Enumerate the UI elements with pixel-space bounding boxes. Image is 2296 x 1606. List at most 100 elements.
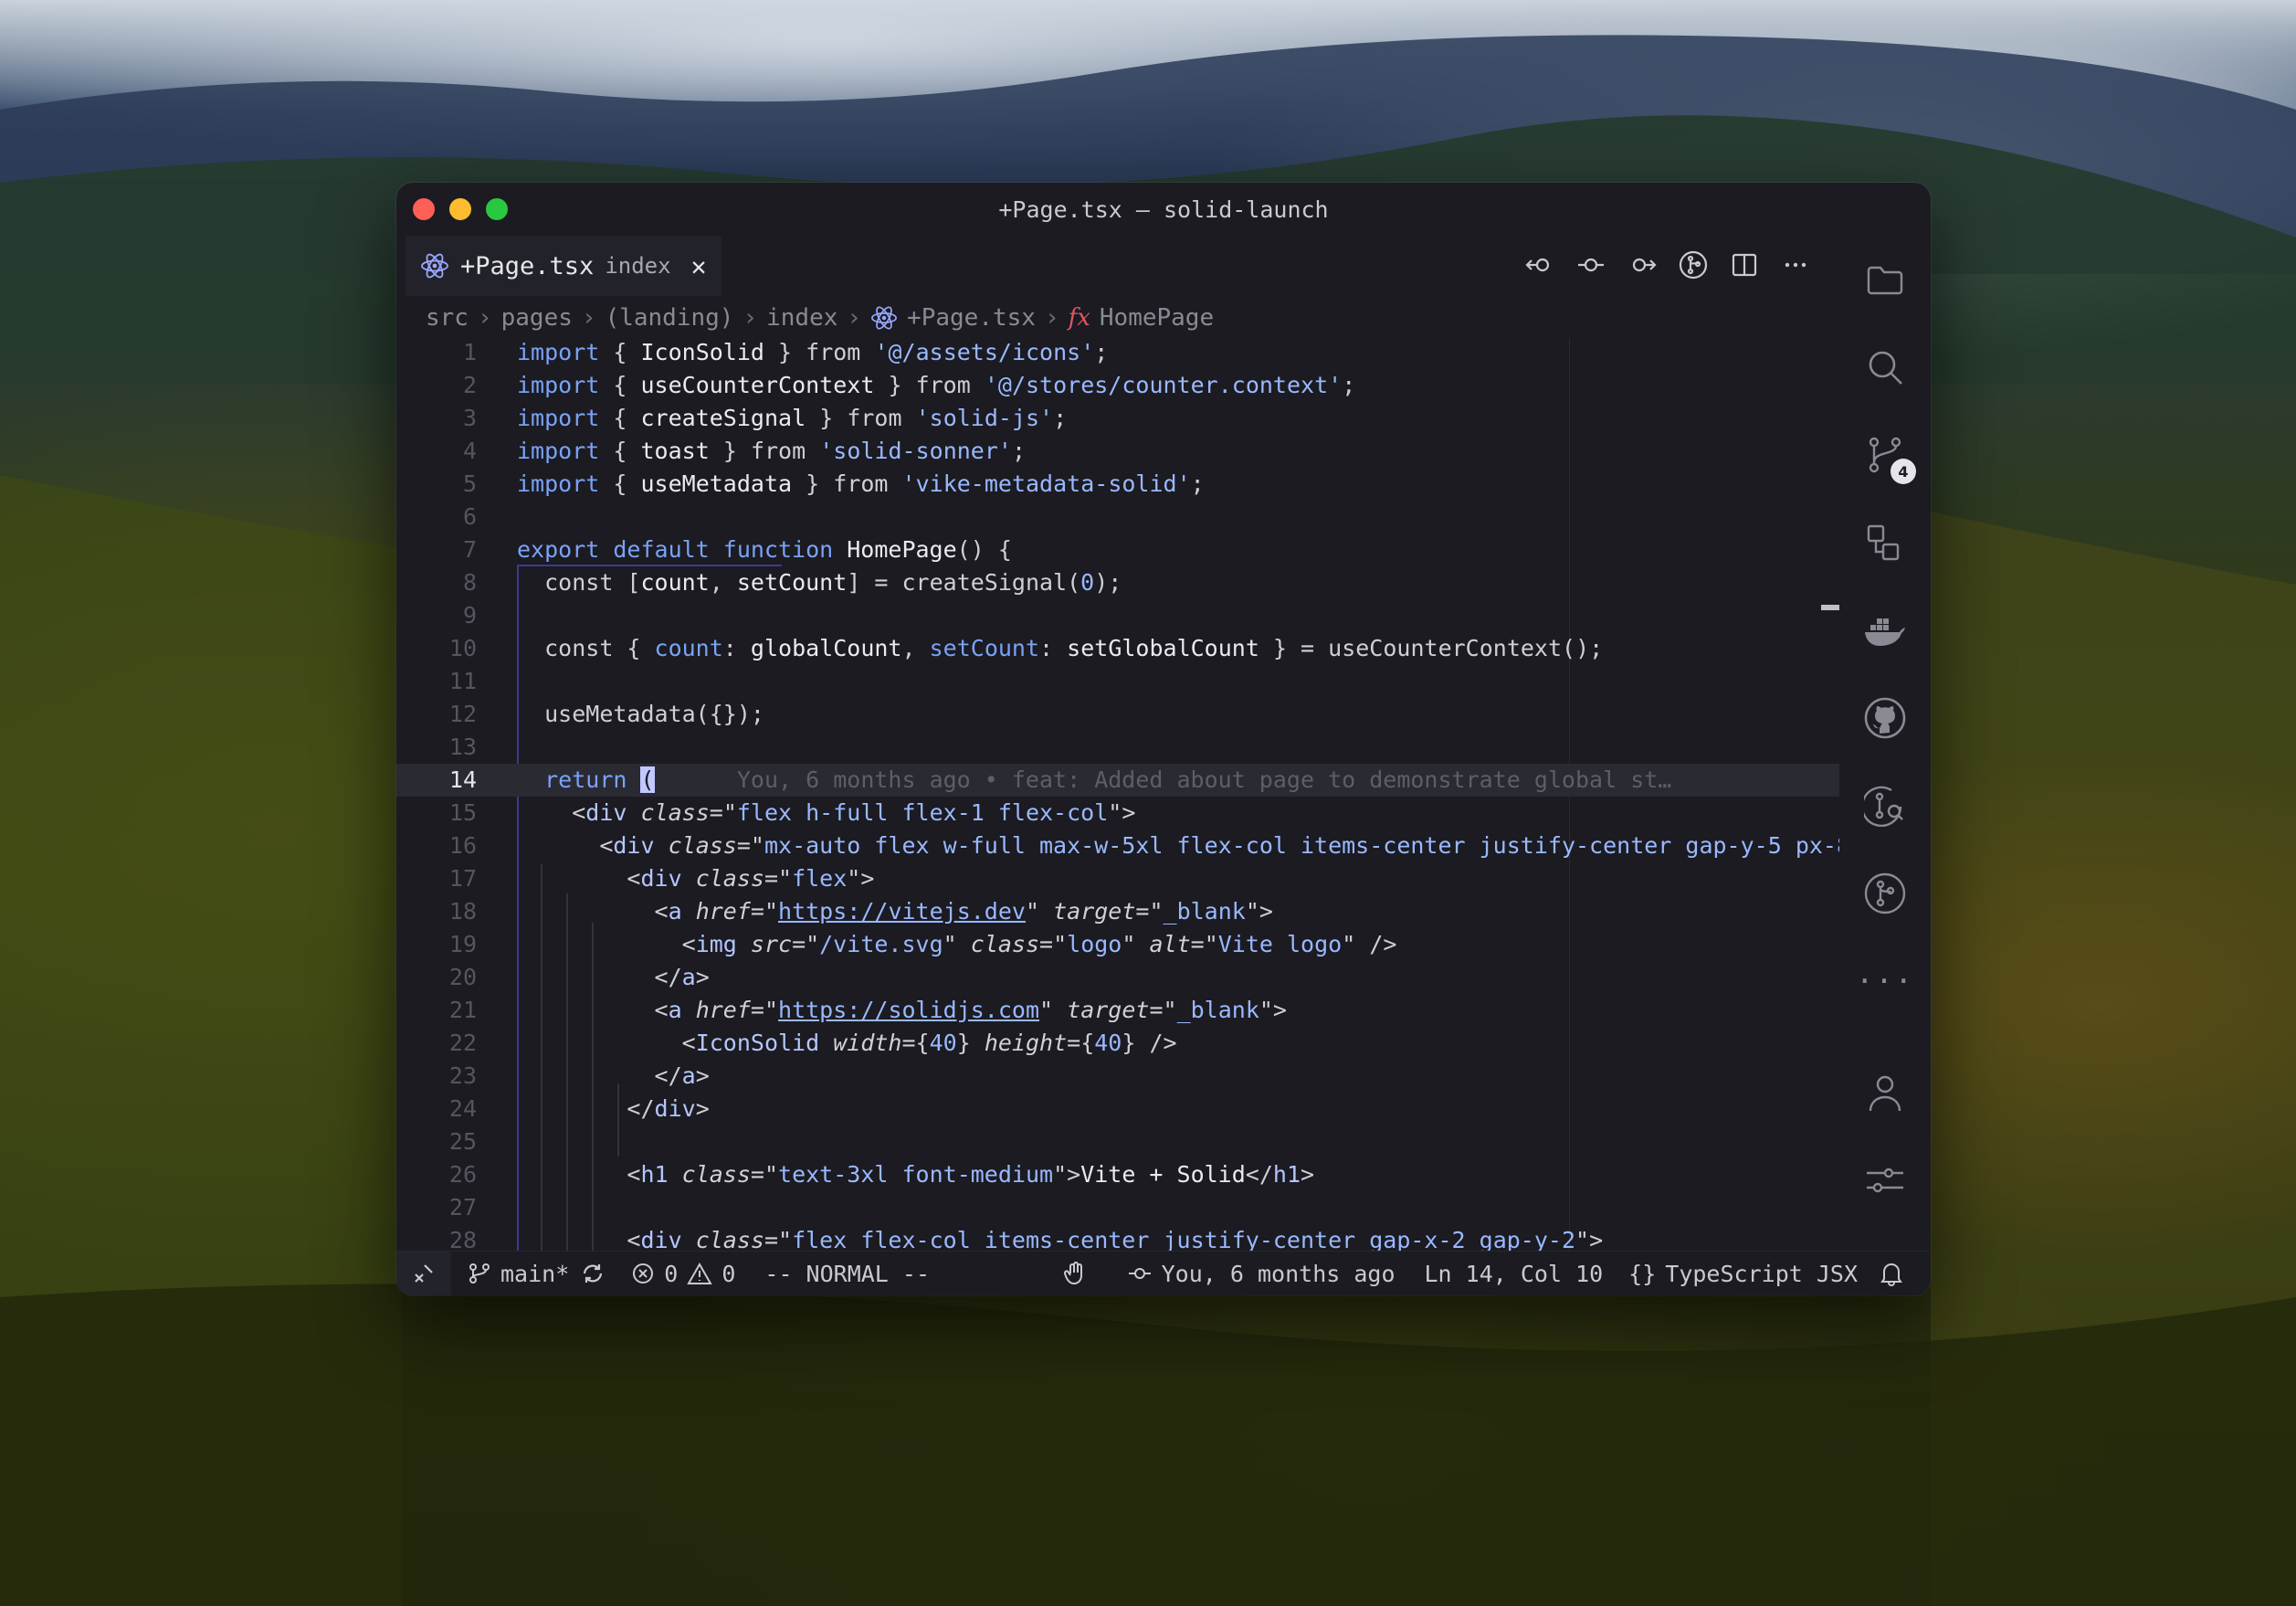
hand-icon: [1063, 1262, 1082, 1285]
sync-icon: [584, 1264, 603, 1283]
editor-window: +Page.tsx — solid-launch +Page.tsx index…: [396, 183, 1931, 1295]
code-line: 17 <div class="flex">: [448, 865, 875, 892]
minimize-window-button[interactable]: [449, 198, 471, 220]
code-line: 20 </a>: [448, 964, 710, 990]
branch-name: main*: [500, 1260, 570, 1287]
git-commit-icon: [1128, 1268, 1151, 1279]
minimap-marker: [1821, 605, 1839, 610]
code-line: 8 const [count, setCount] = createSignal…: [462, 569, 1122, 596]
breadcrumb-separator: ›: [477, 304, 492, 332]
explorer-icon[interactable]: [1859, 254, 1911, 305]
breadcrumb-item-landing[interactable]: (landing): [606, 304, 734, 332]
title-bar: +Page.tsx — solid-launch: [396, 183, 1931, 236]
vim-mode: -- NORMAL --: [764, 1252, 930, 1295]
branch-status[interactable]: main*: [468, 1252, 569, 1295]
breadcrumb: src › pages › (landing) › index › +Page.…: [426, 300, 1214, 336]
close-tab-icon[interactable]: ✕: [691, 251, 707, 281]
code-line: 2 import { useCounterContext } from '@/st…: [462, 372, 1356, 398]
language-label: TypeScript JSX: [1665, 1260, 1858, 1287]
code-line: 7 export default function HomePage() {: [462, 536, 1012, 563]
git-graph-search-icon[interactable]: [1859, 780, 1911, 831]
code-line: 26 <h1 class="text-3xl font-medium">Vite…: [448, 1161, 1315, 1188]
code-line: 15 <div class="flex h-full flex-1 flex-c…: [448, 799, 1136, 826]
tab-label: +Page.tsx: [460, 251, 595, 280]
window-title: +Page.tsx — solid-launch: [998, 195, 1329, 223]
bell-icon: [1880, 1263, 1902, 1286]
remote-indicator[interactable]: [396, 1252, 451, 1295]
notifications-button[interactable]: [1880, 1252, 1903, 1295]
cursor-position-label: Ln 14, Col 10: [1424, 1260, 1604, 1287]
go-back-icon[interactable]: [1523, 248, 1556, 281]
close-window-button[interactable]: [413, 198, 435, 220]
problems-status[interactable]: 0 0: [631, 1252, 735, 1295]
react-icon: [421, 253, 448, 279]
status-bar: main* 0 0 -- NORMAL -- You, 6 months ago…: [396, 1251, 1931, 1295]
breadcrumb-separator: ›: [743, 304, 758, 332]
code-line: 9: [462, 602, 477, 629]
code-line: 13: [448, 734, 477, 760]
account-icon[interactable]: [1859, 1067, 1911, 1118]
code-line: 1 import { IconSolid } from '@/assets/ico…: [462, 339, 1109, 365]
breadcrumb-item-index[interactable]: index: [766, 304, 837, 332]
inline-blame: You, 6 months ago • feat: Added about pa…: [736, 766, 1672, 793]
remote-icon: [415, 1264, 433, 1283]
extensions-icon[interactable]: [1859, 517, 1911, 568]
more-views-icon[interactable]: ···: [1856, 956, 1912, 1007]
code-line: 19 <img src="/vite.svg" class="logo" alt…: [448, 931, 1397, 957]
language-mode[interactable]: {} TypeScript JSX: [1628, 1252, 1858, 1295]
cursor-position[interactable]: Ln 14, Col 10: [1425, 1252, 1604, 1295]
code-line: 23 </a>: [448, 1062, 710, 1089]
code-line: 28 <div class="flex flex-col items-cente…: [448, 1227, 1604, 1252]
breadcrumb-item-file[interactable]: +Page.tsx: [907, 304, 1036, 332]
code-line: 24 </div>: [448, 1095, 710, 1122]
code-line-current: 14 return ( You, 6 months ago • feat: Ad…: [396, 764, 1839, 797]
react-icon: [871, 306, 898, 330]
breadcrumb-separator: ›: [847, 304, 862, 332]
vim-mode-label: -- NORMAL --: [764, 1260, 931, 1287]
editor-actions: [1523, 248, 1812, 281]
split-editor-icon[interactable]: [1728, 248, 1761, 281]
manage-settings-icon[interactable]: [1859, 1155, 1911, 1206]
source-control-icon[interactable]: 4: [1859, 429, 1916, 484]
code-line: 18 <a href="https://vitejs.dev" target="…: [448, 898, 1273, 925]
tab-description: index: [605, 253, 671, 279]
code-line: 21 <a href="https://solidjs.com" target=…: [448, 997, 1287, 1023]
code-line: 12 useMetadata({});: [448, 701, 764, 727]
docker-icon[interactable]: [1859, 605, 1911, 656]
error-icon: [633, 1263, 654, 1284]
copilot-button[interactable]: [1063, 1252, 1089, 1295]
breadcrumb-item-src[interactable]: src: [426, 304, 469, 332]
code-line: 4 import { toast } from 'solid-sonner';: [462, 438, 1027, 464]
code-line: 11: [448, 668, 477, 694]
search-icon[interactable]: [1859, 342, 1911, 393]
sync-button[interactable]: [580, 1252, 606, 1295]
activity-bar: 4 ···: [1839, 236, 1931, 1252]
error-count: 0: [664, 1260, 679, 1287]
go-forward-icon[interactable]: [1626, 248, 1659, 281]
breadcrumb-separator: ›: [1044, 304, 1059, 332]
breadcrumb-item-symbol[interactable]: HomePage: [1100, 304, 1214, 332]
code-line: 25: [448, 1128, 477, 1155]
code-line: 6: [462, 503, 477, 530]
more-actions-icon[interactable]: [1779, 248, 1812, 281]
git-commit-icon[interactable]: [1575, 248, 1607, 281]
github-icon[interactable]: [1859, 692, 1911, 744]
code-line: 5 import { useMetadata } from 'vike-metad…: [462, 470, 1205, 497]
git-lens-icon[interactable]: [1859, 868, 1911, 919]
warning-icon: [687, 1262, 713, 1284]
git-branch-icon: [469, 1263, 490, 1284]
blame-text: You, 6 months ago: [1161, 1260, 1396, 1287]
code-line: 27: [448, 1194, 477, 1220]
blame-status[interactable]: You, 6 months ago: [1127, 1252, 1396, 1295]
maximize-window-button[interactable]: [486, 198, 508, 220]
braces-icon: {}: [1628, 1260, 1657, 1287]
code-line: 22 <IconSolid width={40} height={40} />: [448, 1030, 1177, 1056]
breadcrumb-item-pages[interactable]: pages: [501, 304, 573, 332]
git-graph-icon[interactable]: [1677, 248, 1710, 281]
code-editor[interactable]: 1 import { IconSolid } from '@/assets/ico…: [396, 336, 1839, 1252]
tab-page-tsx[interactable]: +Page.tsx index ✕: [405, 236, 721, 296]
code-line: 16 <div class="mx-auto flex w-full max-w…: [448, 832, 1839, 859]
scm-badge: 4: [1891, 459, 1916, 484]
window-controls: [413, 198, 508, 220]
function-icon: fx: [1068, 304, 1090, 332]
